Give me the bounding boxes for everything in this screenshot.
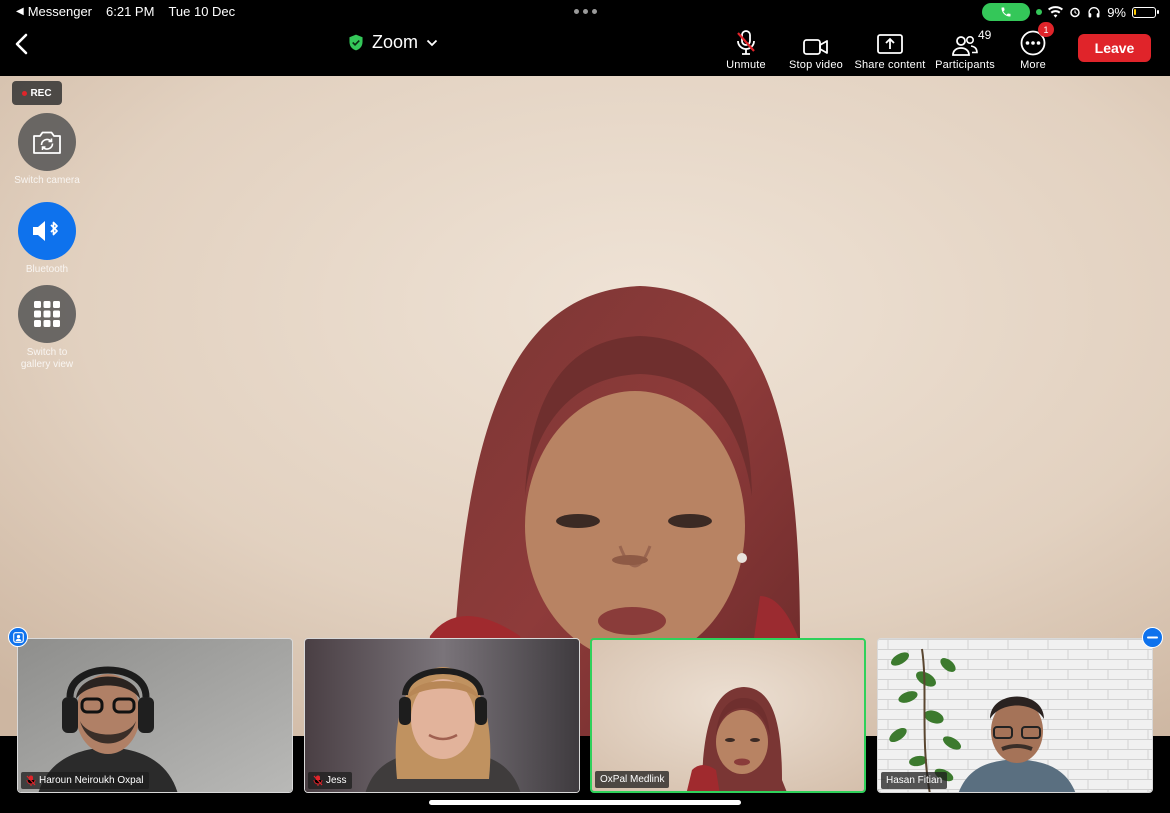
participants-count: 49 (978, 28, 992, 42)
participant-name: OxPal Medlink (600, 774, 665, 785)
speaker-video-frame (0, 76, 1170, 736)
back-button[interactable] (14, 30, 36, 58)
participant-name-tag: Jess (308, 772, 352, 789)
more-button[interactable]: 1 More (1016, 22, 1054, 71)
meeting-title-dropdown[interactable]: Zoom (348, 32, 438, 53)
back-app-label: Messenger (27, 4, 93, 19)
switch-camera-icon (33, 131, 61, 154)
participant-tile[interactable]: Haroun Neiroukh Oxpal (17, 638, 293, 793)
participant-name: Jess (326, 775, 347, 786)
bluetooth-label: Bluetooth (25, 264, 69, 275)
participant-tile[interactable]: Hasan Fitian (877, 638, 1153, 793)
recording-dot-icon (22, 90, 28, 96)
minus-icon (1147, 636, 1158, 639)
participant-name-tag: OxPal Medlink (595, 771, 670, 788)
participant-video (18, 639, 292, 792)
chevron-left-icon (15, 33, 28, 55)
status-time: 6:21 PM (106, 4, 155, 19)
camera-in-use-dot (1036, 9, 1043, 15)
more-notification-badge: 1 (1038, 22, 1054, 37)
microphone-muted-icon (313, 775, 323, 786)
participant-name: Hasan Fitian (886, 775, 943, 786)
participant-tile[interactable]: Jess (304, 638, 580, 793)
active-call-pill[interactable] (982, 3, 1031, 21)
participants-icon (952, 35, 978, 56)
participants-label: Participants (935, 59, 995, 71)
status-date: Tue 10 Dec (168, 4, 236, 19)
speaker-bluetooth-icon (33, 221, 58, 241)
share-content-button[interactable]: Share content (852, 28, 928, 71)
bluetooth-audio-button[interactable] (18, 202, 76, 260)
participant-name-tag: Haroun Neiroukh Oxpal (21, 772, 149, 789)
participant-video (878, 639, 1152, 792)
switch-camera-label: Switch camera (14, 175, 80, 186)
meeting-title: Zoom (372, 32, 419, 52)
meeting-toolbar: Zoom Unmute Stop video Share content 49 … (0, 22, 1170, 76)
pin-video-button[interactable] (8, 627, 28, 647)
stop-video-label: Stop video (789, 59, 843, 71)
alarm-icon (1070, 7, 1080, 18)
recording-label: REC (30, 87, 52, 99)
main-speaker-video[interactable] (0, 76, 1170, 736)
recording-badge: REC (12, 81, 62, 105)
microphone-muted-icon (737, 30, 755, 55)
unmute-button[interactable]: Unmute (722, 28, 770, 71)
battery-percent: 9% (1107, 4, 1126, 20)
back-triangle-icon: ◀ (16, 6, 24, 17)
participant-video (305, 639, 579, 792)
gallery-label-line2: gallery view (20, 359, 74, 370)
battery-icon (1132, 6, 1159, 18)
video-camera-icon (803, 39, 828, 55)
switch-camera-button[interactable] (18, 113, 76, 171)
back-to-app[interactable]: ◀ Messenger (16, 4, 92, 19)
multitasking-dots-icon[interactable] (574, 9, 597, 14)
gallery-label-line1: Switch to (26, 347, 68, 358)
chevron-down-icon (426, 39, 438, 46)
unmute-label: Unmute (726, 59, 766, 71)
microphone-muted-icon (26, 775, 36, 786)
battery-level (1134, 8, 1136, 15)
participant-tile-active-speaker[interactable]: OxPal Medlink (590, 638, 866, 793)
share-screen-icon (877, 34, 903, 54)
switch-to-gallery-button[interactable] (18, 285, 76, 343)
headphones-icon (1088, 7, 1100, 18)
minimize-strip-button[interactable] (1142, 627, 1163, 648)
phone-icon (1001, 7, 1011, 17)
stop-video-button[interactable]: Stop video (786, 28, 846, 71)
shield-check-icon (349, 34, 363, 51)
grid-icon (34, 301, 60, 327)
share-content-label: Share content (854, 59, 926, 71)
status-bar: ◀ Messenger 6:21 PM Tue 10 Dec 9% (0, 0, 1170, 24)
person-frame-icon (12, 631, 24, 643)
home-indicator[interactable] (429, 800, 741, 805)
leave-button[interactable]: Leave (1078, 34, 1151, 62)
participants-button[interactable]: 49 Participants (932, 28, 998, 71)
more-label: More (1020, 59, 1046, 71)
gallery-view-label: Switch to gallery view (6, 347, 88, 371)
participant-name-tag: Hasan Fitian (881, 772, 948, 789)
participant-name: Haroun Neiroukh Oxpal (39, 775, 144, 786)
wifi-icon (1048, 6, 1064, 18)
